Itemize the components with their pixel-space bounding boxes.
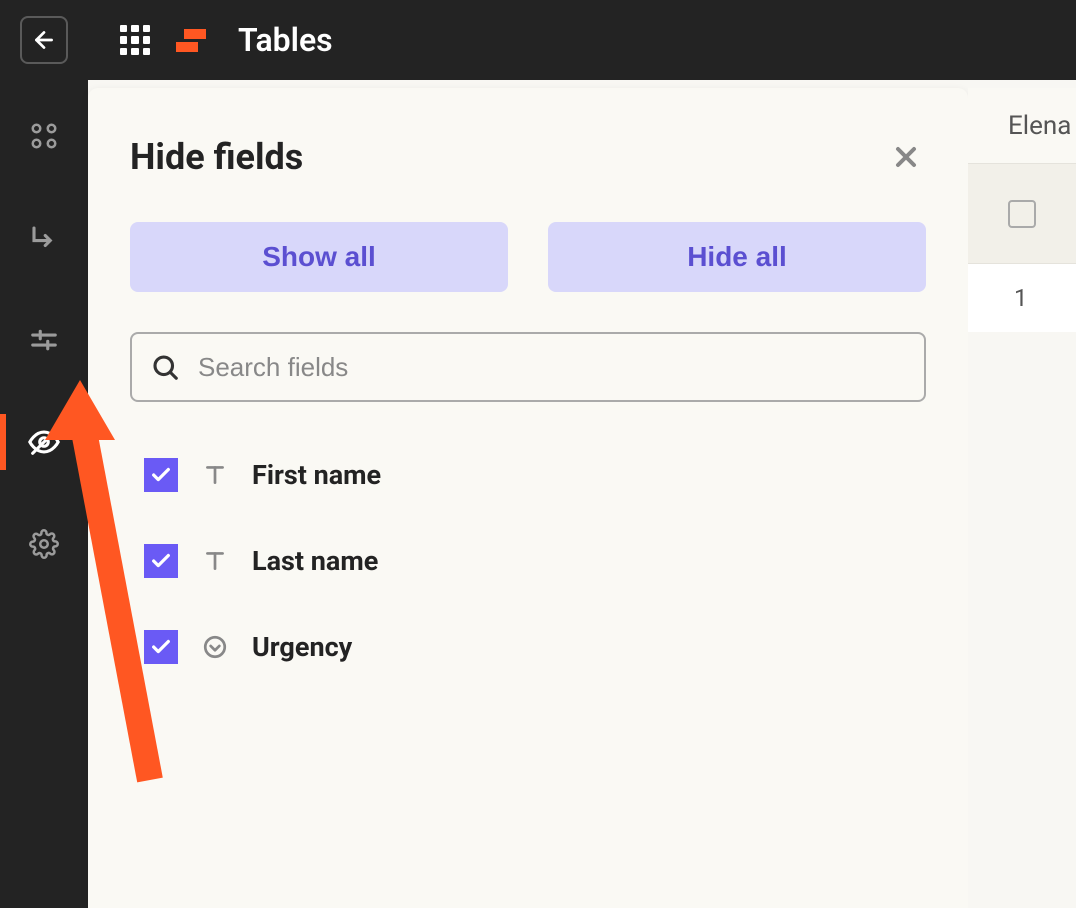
row-select-header [968, 164, 1076, 264]
grid-dots-icon [29, 121, 59, 151]
apps-grid-icon[interactable] [120, 25, 150, 55]
field-checkbox[interactable] [144, 458, 178, 492]
search-icon [150, 352, 180, 382]
text-type-icon [200, 546, 230, 576]
sidebar-item-indent[interactable] [0, 210, 88, 266]
table-area: Elena 1 [968, 80, 1076, 908]
field-label: Urgency [252, 631, 352, 663]
field-checkbox[interactable] [144, 630, 178, 664]
sliders-icon [29, 325, 59, 355]
select-type-icon [200, 632, 230, 662]
eye-off-icon [27, 425, 61, 459]
field-list: First name Last name Urgency [130, 458, 926, 664]
check-icon [150, 636, 172, 658]
sidebar [0, 80, 88, 908]
close-icon [890, 141, 922, 173]
field-item: Urgency [144, 630, 926, 664]
select-all-checkbox[interactable] [1008, 200, 1036, 228]
arrow-left-icon [31, 27, 57, 53]
field-checkbox[interactable] [144, 544, 178, 578]
indent-icon [29, 223, 59, 253]
text-type-icon [200, 460, 230, 490]
top-bar: Tables [0, 0, 1076, 80]
show-all-button[interactable]: Show all [130, 222, 508, 292]
check-icon [150, 550, 172, 572]
field-item: Last name [144, 544, 926, 578]
hide-all-button[interactable]: Hide all [548, 222, 926, 292]
row-number[interactable]: 1 [968, 264, 1076, 332]
sidebar-item-hide-fields[interactable] [0, 414, 88, 470]
close-button[interactable] [886, 137, 926, 177]
search-fields-input[interactable] [198, 352, 906, 383]
back-button[interactable] [20, 16, 68, 64]
panel-title: Hide fields [130, 136, 303, 178]
field-label: Last name [252, 545, 378, 577]
page-title: Tables [238, 21, 333, 59]
sidebar-item-settings[interactable] [0, 516, 88, 572]
check-icon [150, 464, 172, 486]
content-area: Hide fields Show all Hide all First name [88, 80, 1076, 908]
field-label: First name [252, 459, 381, 491]
column-header[interactable]: Elena [968, 88, 1076, 164]
sidebar-item-filter[interactable] [0, 312, 88, 368]
gear-icon [29, 529, 59, 559]
search-fields-box[interactable] [130, 332, 926, 402]
hide-fields-panel: Hide fields Show all Hide all First name [88, 88, 968, 908]
logo-icon [184, 29, 206, 52]
sidebar-item-views[interactable] [0, 108, 88, 164]
field-item: First name [144, 458, 926, 492]
